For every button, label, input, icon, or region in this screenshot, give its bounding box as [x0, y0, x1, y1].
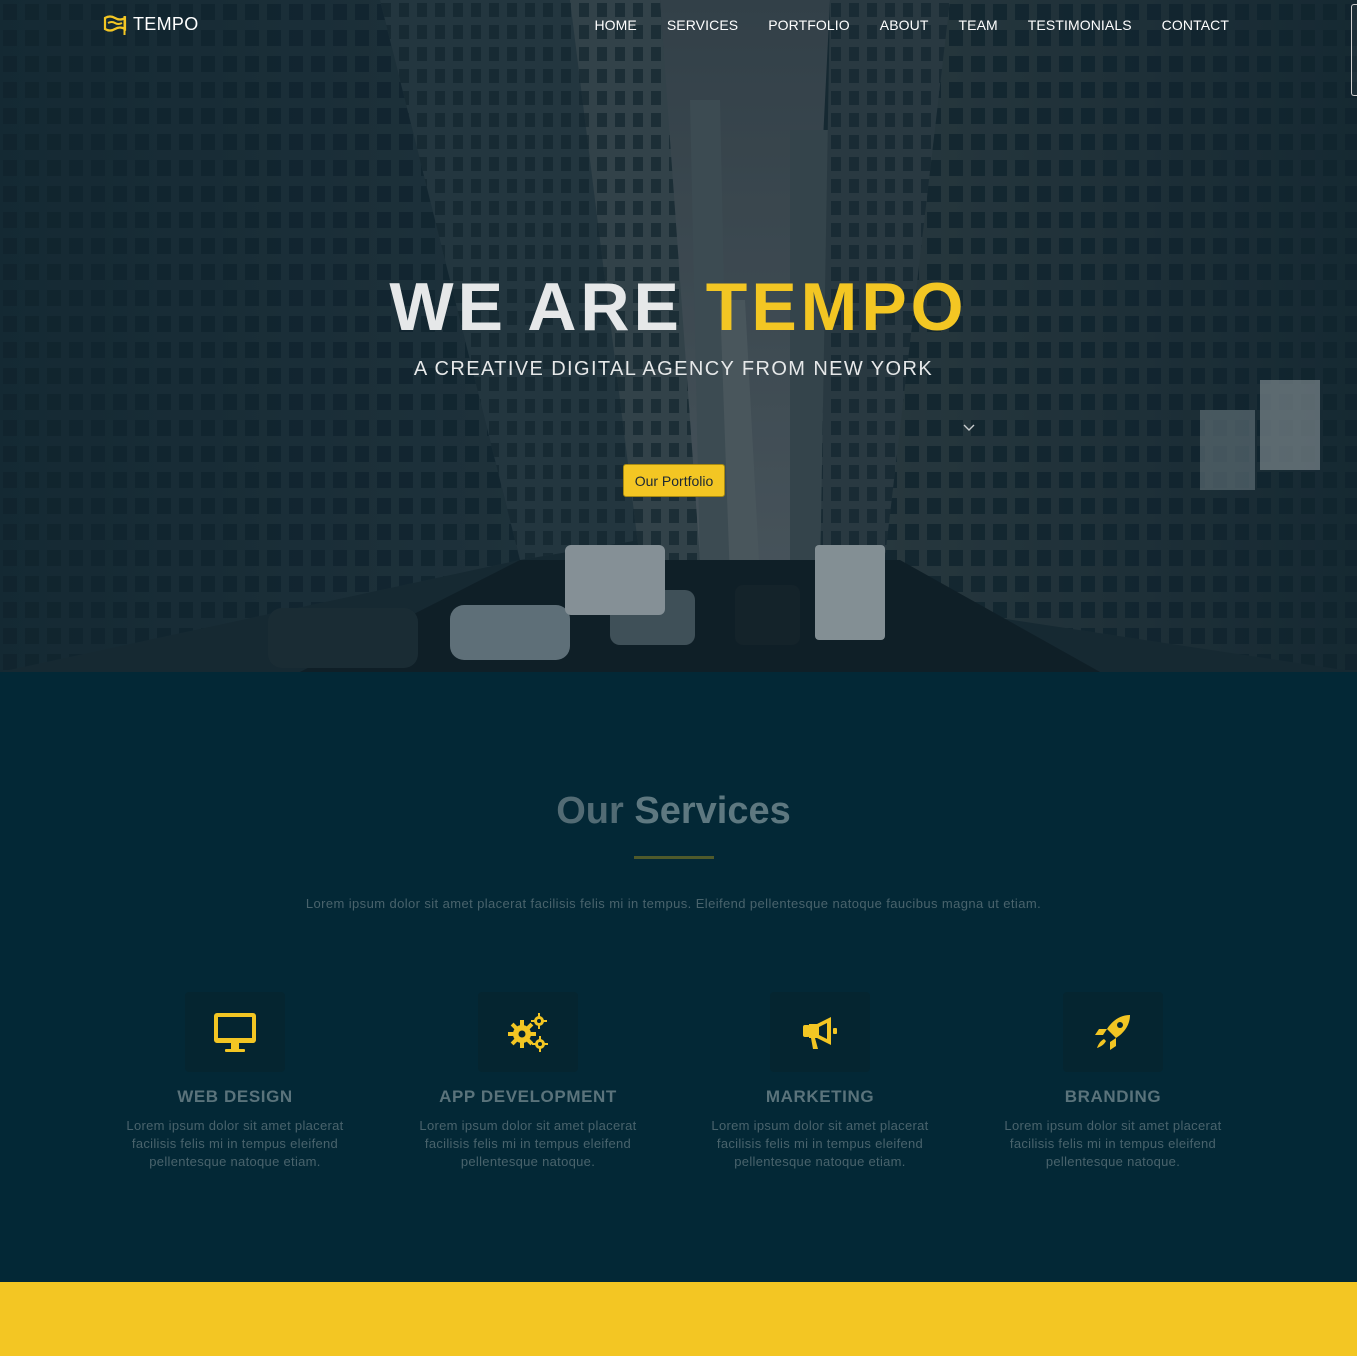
service-text: Lorem ipsum dolor sit amet placerat faci…: [126, 1118, 344, 1169]
service-text: Lorem ipsum dolor sit amet placerat faci…: [1004, 1118, 1222, 1169]
megaphone-icon: [803, 1017, 837, 1049]
service-icon-box: [478, 992, 578, 1072]
flag-logo-icon: [103, 14, 127, 35]
top-navbar: TEMPO HOME SERVICES PORTFOLIO ABOUT TEAM…: [0, 0, 1357, 50]
brand-name: TEMPO: [133, 14, 199, 34]
title-divider: [634, 856, 714, 859]
hero-title-accent: TEMPO: [705, 269, 968, 345]
scroll-tab[interactable]: [1351, 4, 1357, 96]
nav-portfolio[interactable]: PORTFOLIO: [768, 17, 850, 33]
hero-title: WE ARE TEMPO: [0, 268, 1357, 346]
desktop-icon: [214, 1013, 256, 1052]
services-description: Lorem ipsum dolor sit amet placerat faci…: [305, 896, 1042, 911]
hero-title-prefix: WE ARE: [389, 269, 706, 345]
nav-team[interactable]: TEAM: [958, 17, 997, 33]
service-text: Lorem ipsum dolor sit amet placerat faci…: [419, 1118, 637, 1169]
service-card: MARKETING Lorem ipsum dolor sit amet pla…: [700, 992, 940, 1171]
hero-section: TEMPO HOME SERVICES PORTFOLIO ABOUT TEAM…: [0, 0, 1357, 672]
nav-home[interactable]: HOME: [594, 17, 636, 33]
service-title: APP DEVELOPMENT: [439, 1087, 617, 1106]
service-card: BRANDING Lorem ipsum dolor sit amet plac…: [993, 992, 1233, 1171]
nav-services[interactable]: SERVICES: [667, 17, 738, 33]
services-section: Our Services Lorem ipsum dolor sit amet …: [0, 672, 1357, 1282]
nav-links: HOME SERVICES PORTFOLIO ABOUT TEAM TESTI…: [564, 17, 1229, 33]
service-title: BRANDING: [1064, 1087, 1162, 1106]
our-portfolio-button[interactable]: Our Portfolio: [623, 464, 725, 497]
service-title: WEB DESIGN: [177, 1087, 293, 1106]
nav-contact[interactable]: CONTACT: [1162, 17, 1229, 33]
services-title-light: Our: [556, 790, 635, 832]
nav-testimonials[interactable]: TESTIMONIALS: [1028, 17, 1132, 33]
service-icon-box: [1063, 992, 1163, 1072]
nav-about[interactable]: ABOUT: [880, 17, 929, 33]
service-icon-box: [770, 992, 870, 1072]
service-icon-box: [185, 992, 285, 1072]
hero-subtitle: A CREATIVE DIGITAL AGENCY FROM NEW YORK: [413, 358, 934, 380]
chevron-down-icon: [963, 424, 975, 431]
service-card: APP DEVELOPMENT Lorem ipsum dolor sit am…: [408, 992, 648, 1171]
service-title: MARKETING: [765, 1087, 875, 1106]
service-text: Lorem ipsum dolor sit amet placerat faci…: [711, 1118, 929, 1169]
gears-icon: [508, 1013, 548, 1052]
services-title-bold: Services: [634, 790, 791, 832]
brand[interactable]: TEMPO: [103, 14, 199, 35]
rocket-icon: [1095, 1015, 1130, 1050]
next-section-band: [0, 1282, 1357, 1356]
services-title: Our Services: [0, 790, 1347, 833]
service-card: WEB DESIGN Lorem ipsum dolor sit amet pl…: [115, 992, 355, 1171]
